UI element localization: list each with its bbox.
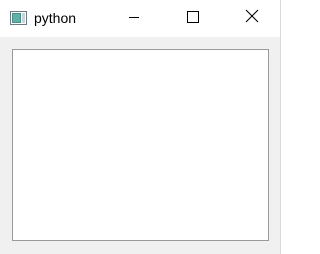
maximize-button[interactable] (170, 0, 216, 37)
close-button[interactable] (229, 0, 275, 37)
maximize-icon (187, 10, 199, 28)
window-client-area (0, 37, 281, 254)
title-bar[interactable]: python (0, 0, 281, 37)
close-icon (245, 9, 259, 28)
minimize-icon (128, 10, 140, 28)
tk-window-icon (10, 11, 27, 25)
text-widget[interactable] (12, 49, 269, 241)
window-border (280, 0, 281, 254)
minimize-button[interactable] (111, 0, 157, 37)
app-window: python (0, 0, 281, 254)
window-title: python (34, 10, 77, 26)
